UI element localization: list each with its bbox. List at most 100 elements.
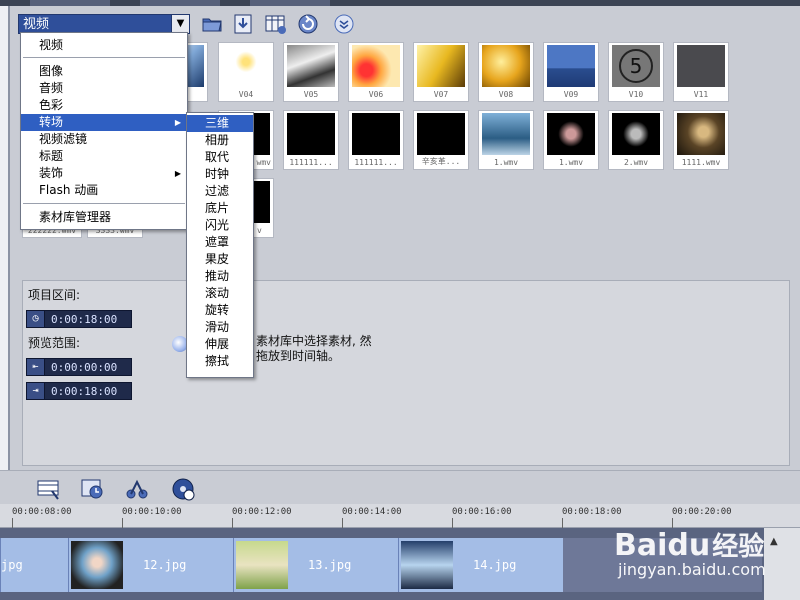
timeline-clip[interactable]: 12.jpg bbox=[68, 538, 233, 592]
transition-item[interactable]: 底片 bbox=[187, 200, 253, 217]
library-thumb[interactable]: V06 bbox=[348, 42, 404, 102]
watermark-cn: 经验 bbox=[712, 532, 765, 562]
ruler-tick-label: 00:00:12:00 bbox=[232, 507, 292, 517]
ruler-tick-label: 00:00:10:00 bbox=[122, 507, 182, 517]
submenu-arrow-icon: ▶ bbox=[174, 118, 181, 127]
category-menu-item[interactable]: 装饰 ▶ bbox=[21, 165, 187, 182]
menu-item-label: 视频 bbox=[39, 38, 64, 52]
library-thumb[interactable]: 辛亥革... bbox=[413, 110, 469, 170]
thumb-caption: V08 bbox=[498, 90, 514, 99]
thumb-caption: 1.wmv bbox=[558, 158, 584, 167]
transition-item[interactable]: 取代 bbox=[187, 149, 253, 166]
submenu-item-label: 取代 bbox=[205, 150, 230, 164]
library-thumb[interactable]: V08 bbox=[478, 42, 534, 102]
category-menu-item[interactable]: 音频 bbox=[21, 80, 187, 97]
library-thumb[interactable]: V11 bbox=[673, 42, 729, 102]
timeline-clip[interactable]: 14.jpg bbox=[398, 538, 563, 592]
preview-start-timecode[interactable]: ⇤ 0:00:00:00 bbox=[26, 358, 132, 376]
category-menu-item[interactable]: 素材库管理器 bbox=[21, 209, 187, 226]
library-thumb[interactable]: 1.wmv bbox=[543, 110, 599, 170]
thumb-caption: V06 bbox=[368, 90, 384, 99]
transition-item[interactable]: 推动 bbox=[187, 268, 253, 285]
properties-panel bbox=[22, 280, 790, 466]
submenu-item-label: 相册 bbox=[205, 133, 230, 147]
library-thumb[interactable]: V09 bbox=[543, 42, 599, 102]
preview-range-label: 预览范围: bbox=[28, 336, 81, 350]
library-thumb[interactable]: 1111.wmv bbox=[673, 110, 729, 170]
timeline-clip[interactable]: jpg bbox=[0, 538, 68, 592]
thumb-caption: V04 bbox=[238, 90, 254, 99]
submenu-item-label: 过滤 bbox=[205, 184, 230, 198]
thumb-caption: 1111.wmv bbox=[681, 158, 721, 167]
mark-in-icon: ⇤ bbox=[27, 359, 45, 375]
transition-item[interactable]: 擦拭 bbox=[187, 353, 253, 370]
disc-51-icon[interactable] bbox=[170, 477, 196, 501]
transition-item[interactable]: 过滤 bbox=[187, 183, 253, 200]
submenu-item-label: 旋转 bbox=[205, 303, 230, 317]
category-menu-item[interactable]: 视频 bbox=[21, 37, 187, 54]
library-thumb[interactable]: 111111... bbox=[348, 110, 404, 170]
transition-item[interactable]: 滑动 bbox=[187, 319, 253, 336]
duration-value: 0:00:18:00 bbox=[51, 313, 118, 326]
category-menu-item[interactable]: 标题 bbox=[21, 148, 187, 165]
category-dropdown-value: 视频 bbox=[23, 17, 50, 32]
preview-end-value: 0:00:18:00 bbox=[51, 385, 118, 398]
transition-item[interactable]: 滚动 bbox=[187, 285, 253, 302]
category-menu-item[interactable]: 图像 bbox=[21, 63, 187, 80]
library-thumb[interactable]: V05 bbox=[283, 42, 339, 102]
open-folder-icon[interactable] bbox=[200, 12, 224, 36]
submenu-item-label: 时钟 bbox=[205, 167, 230, 181]
thumb-caption: 2.wmv bbox=[623, 158, 649, 167]
submenu-item-label: 擦拭 bbox=[205, 354, 230, 368]
library-thumb[interactable]: 5 V10 bbox=[608, 42, 664, 102]
preview-end-timecode[interactable]: ⇥ 0:00:18:00 bbox=[26, 382, 132, 400]
category-menu-item[interactable]: 色彩 bbox=[21, 97, 187, 114]
import-icon[interactable] bbox=[232, 12, 256, 36]
transition-item[interactable]: 果皮 bbox=[187, 251, 253, 268]
baidu-watermark: Baidu经验 jingyan.baidu.com bbox=[612, 520, 798, 600]
library-thumb[interactable]: 111111... bbox=[283, 110, 339, 170]
transition-item[interactable]: 时钟 bbox=[187, 166, 253, 183]
submenu-item-label: 果皮 bbox=[205, 252, 230, 266]
transition-item[interactable]: 闪光 bbox=[187, 217, 253, 234]
category-menu-item[interactable]: Flash 动画 bbox=[21, 182, 187, 199]
library-thumb[interactable]: 1.wmv bbox=[478, 110, 534, 170]
duration-timecode[interactable]: ◷ 0:00:18:00 bbox=[26, 310, 132, 328]
timeline-clip[interactable]: 13.jpg bbox=[233, 538, 398, 592]
thumb-caption: V05 bbox=[303, 90, 319, 99]
library-thumb[interactable]: V04 bbox=[218, 42, 274, 102]
transition-item[interactable]: 遮罩 bbox=[187, 234, 253, 251]
submenu-arrow-icon: ▶ bbox=[174, 169, 181, 178]
refresh-icon[interactable] bbox=[296, 12, 320, 36]
transition-item-selected[interactable]: 三维 bbox=[187, 115, 253, 132]
dropdown-arrow-icon[interactable]: ▼ bbox=[171, 15, 189, 33]
ruler-tick-label: 00:00:08:00 bbox=[12, 507, 72, 517]
transition-item[interactable]: 相册 bbox=[187, 132, 253, 149]
submenu-item-label: 闪光 bbox=[205, 218, 230, 232]
transition-item[interactable]: 伸展 bbox=[187, 336, 253, 353]
clip-label: 14.jpg bbox=[473, 558, 517, 572]
clock-icon: ◷ bbox=[27, 311, 45, 327]
expand-more-icon[interactable] bbox=[332, 12, 356, 36]
audio-view-icon[interactable] bbox=[124, 477, 150, 501]
ruler-tick bbox=[232, 518, 233, 528]
clip-label: jpg bbox=[1, 558, 23, 572]
library-thumb[interactable]: 2.wmv bbox=[608, 110, 664, 170]
library-thumb[interactable]: V07 bbox=[413, 42, 469, 102]
category-dropdown[interactable]: 视频 ▼ bbox=[18, 14, 190, 34]
menu-item-label: 装饰 bbox=[39, 166, 64, 180]
clip-label: 12.jpg bbox=[143, 558, 187, 572]
category-menu-item-selected[interactable]: 转场 ▶ bbox=[21, 114, 187, 131]
submenu-item-label: 滑动 bbox=[205, 320, 230, 334]
watermark-brand: Baidu bbox=[614, 528, 711, 563]
category-menu-item[interactable]: 视频滤镜 bbox=[21, 131, 187, 148]
ruler-tick-label: 00:00:16:00 bbox=[452, 507, 512, 517]
ruler-tick-label: 00:00:20:00 bbox=[672, 507, 732, 517]
view-options-icon[interactable] bbox=[264, 12, 288, 36]
hint-line: 拖放到时间轴。 bbox=[256, 349, 341, 363]
submenu-item-label: 三维 bbox=[205, 116, 230, 130]
transition-item[interactable]: 旋转 bbox=[187, 302, 253, 319]
menu-separator bbox=[23, 203, 185, 204]
storyboard-icon[interactable] bbox=[36, 477, 62, 501]
timeline-view-icon[interactable] bbox=[80, 477, 106, 501]
